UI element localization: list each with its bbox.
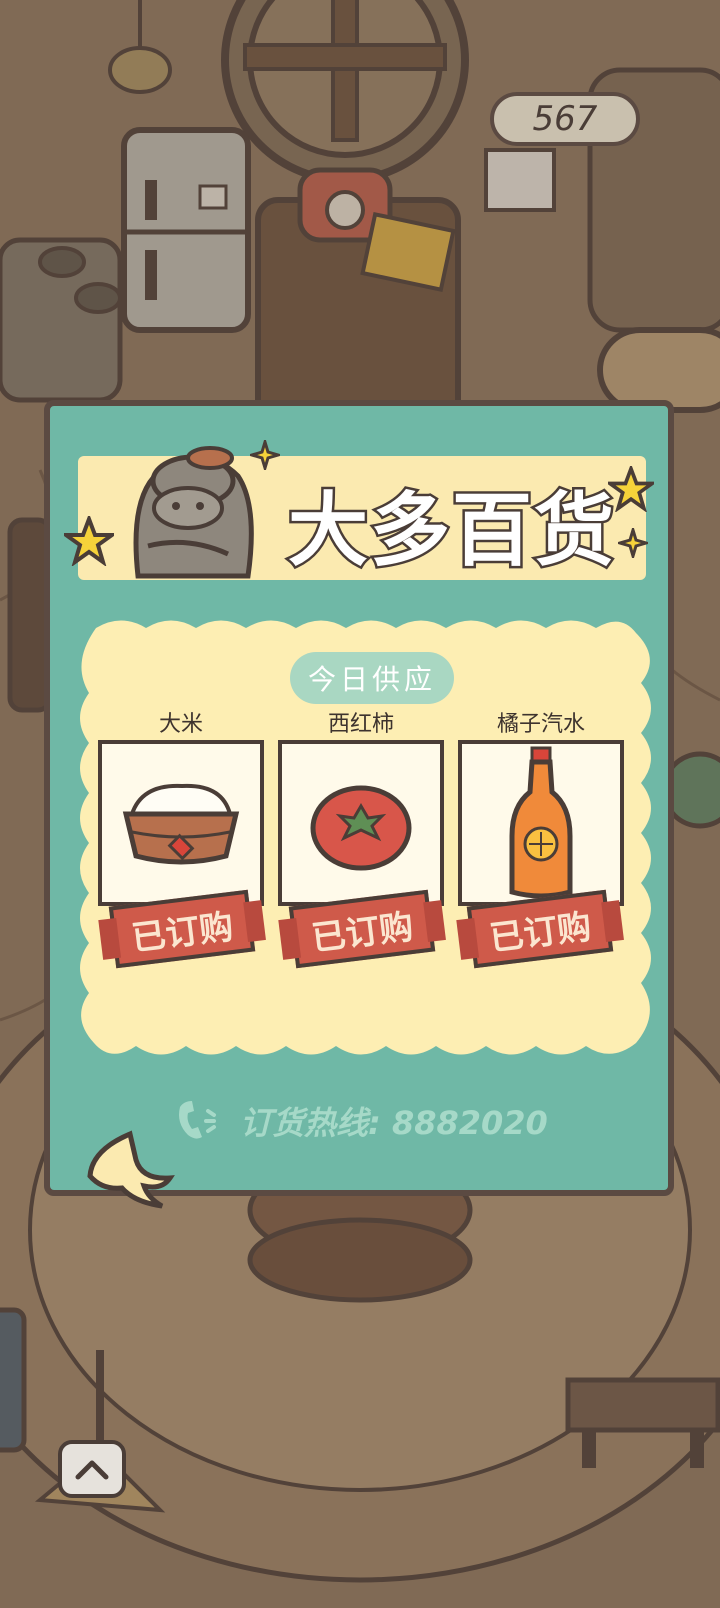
coin-counter[interactable]: 567 (490, 92, 640, 146)
star-icon (64, 516, 114, 566)
chevron-up-icon (75, 1460, 109, 1480)
sparkle-icon (618, 528, 648, 558)
shop-banner: 大多百货 (64, 440, 654, 580)
coin-count: 567 (532, 99, 598, 139)
item-slot-rice[interactable] (98, 740, 264, 906)
phone-icon (179, 1101, 216, 1139)
item-name: 西红柿 (327, 712, 394, 737)
item-name: 橘子汽水 (496, 712, 585, 737)
expand-button[interactable] (58, 1440, 126, 1498)
star-icon (608, 466, 654, 512)
order-hotline: 订货热线: 8882020 (174, 1096, 594, 1146)
back-icon[interactable] (82, 1130, 178, 1220)
hotline-text: 订货热线: 8882020 (240, 1104, 548, 1142)
item-slot-tomato[interactable] (278, 740, 444, 906)
shop-title: 大多百货 (286, 482, 617, 580)
rice-bowl-icon (122, 783, 240, 865)
today-supply-label: 今日供应 (290, 652, 454, 704)
item-slot-orange-soda[interactable] (458, 740, 624, 906)
orange-soda-icon (509, 746, 573, 899)
sparkle-icon (250, 440, 280, 470)
tomato-icon (310, 785, 412, 871)
shop-panel: 大多百货 今日供应 大米 已订购 西红柿 已订购 橘子汽水 已订购 订货热线: … (44, 400, 674, 1196)
item-name: 大米 (158, 712, 203, 737)
